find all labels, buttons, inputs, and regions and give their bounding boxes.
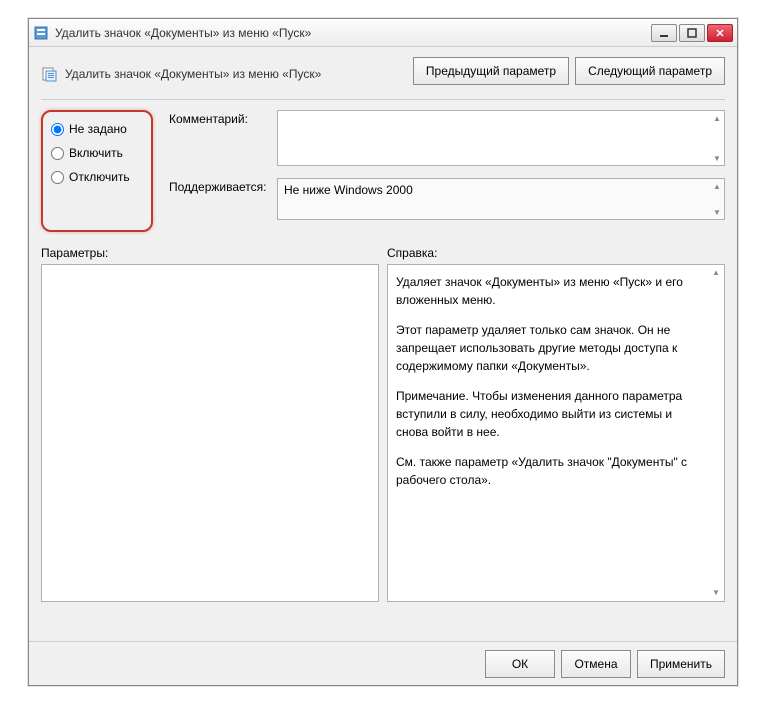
- comment-label: Комментарий:: [169, 110, 269, 166]
- previous-setting-button[interactable]: Предыдущий параметр: [413, 57, 569, 85]
- comment-scrollbar[interactable]: ▲ ▼: [712, 113, 722, 163]
- dialog-footer: ОК Отмена Применить: [29, 641, 737, 685]
- help-paragraph: См. также параметр «Удалить значок "Доку…: [396, 453, 706, 489]
- help-paragraph: Удаляет значок «Документы» из меню «Пуск…: [396, 273, 706, 309]
- supported-box: Не ниже Windows 2000 ▲ ▼: [277, 178, 725, 220]
- lower-section: Параметры: Справка: Удаляет значок «Доку…: [41, 246, 725, 602]
- help-label: Справка:: [387, 246, 725, 260]
- radio-enabled-input[interactable]: [51, 147, 64, 160]
- upper-section: Не задано Включить Отключить Комментарий…: [41, 110, 725, 232]
- dialog-content: Удалить значок «Документы» из меню «Пуск…: [29, 47, 737, 612]
- supported-scrollbar[interactable]: ▲ ▼: [712, 181, 722, 217]
- comment-textarea[interactable]: ▲ ▼: [277, 110, 725, 166]
- help-paragraph: Этот параметр удаляет только сам значок.…: [396, 321, 706, 375]
- help-box: Удаляет значок «Документы» из меню «Пуск…: [387, 264, 725, 602]
- header-row: Удалить значок «Документы» из меню «Пуск…: [41, 57, 725, 85]
- radio-not-configured[interactable]: Не задано: [51, 122, 137, 136]
- radio-not-configured-label: Не задано: [69, 122, 127, 136]
- cancel-button[interactable]: Отмена: [561, 650, 631, 678]
- help-scrollbar[interactable]: ▲ ▼: [711, 268, 721, 598]
- options-box: [41, 264, 379, 602]
- dialog-window: Удалить значок «Документы» из меню «Пуск…: [28, 18, 738, 686]
- supported-value: Не ниже Windows 2000: [284, 183, 413, 197]
- radio-disabled-label: Отключить: [69, 170, 130, 184]
- scroll-up-icon: ▲: [711, 268, 721, 278]
- next-setting-button[interactable]: Следующий параметр: [575, 57, 725, 85]
- titlebar: Удалить значок «Документы» из меню «Пуск…: [29, 19, 737, 47]
- radio-not-configured-input[interactable]: [51, 123, 64, 136]
- ok-button[interactable]: ОК: [485, 650, 555, 678]
- scroll-up-icon: ▲: [712, 113, 722, 123]
- options-label: Параметры:: [41, 246, 379, 260]
- radio-disabled[interactable]: Отключить: [51, 170, 137, 184]
- window-title: Удалить значок «Документы» из меню «Пуск…: [55, 26, 651, 40]
- supported-label: Поддерживается:: [169, 178, 269, 220]
- close-button[interactable]: [707, 24, 733, 42]
- scroll-down-icon: ▼: [711, 588, 721, 598]
- policy-title: Удалить значок «Документы» из меню «Пуск…: [65, 67, 321, 81]
- state-radio-group: Не задано Включить Отключить: [41, 110, 153, 232]
- window-controls: [651, 24, 733, 42]
- scroll-down-icon: ▼: [712, 153, 722, 163]
- help-paragraph: Примечание. Чтобы изменения данного пара…: [396, 387, 706, 441]
- radio-enabled-label: Включить: [69, 146, 123, 160]
- scroll-down-icon: ▼: [712, 207, 722, 217]
- divider: [41, 99, 725, 100]
- scroll-up-icon: ▲: [712, 181, 722, 191]
- policy-icon: [41, 65, 59, 83]
- apply-button[interactable]: Применить: [637, 650, 725, 678]
- maximize-button[interactable]: [679, 24, 705, 42]
- radio-disabled-input[interactable]: [51, 171, 64, 184]
- app-icon: [33, 25, 49, 41]
- minimize-button[interactable]: [651, 24, 677, 42]
- radio-enabled[interactable]: Включить: [51, 146, 137, 160]
